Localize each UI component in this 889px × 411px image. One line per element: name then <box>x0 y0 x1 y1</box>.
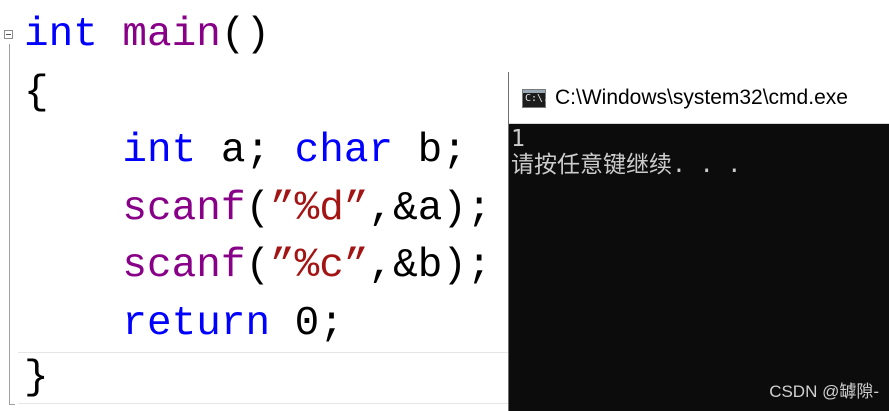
fold-guide-line <box>9 44 10 404</box>
console-output-area[interactable]: 1 请按任意键继续. . . <box>509 124 889 411</box>
current-line-highlight <box>18 352 518 404</box>
cmd-app-icon[interactable]: C:\. <box>522 89 549 108</box>
watermark-text: CSDN @罅隙- <box>769 382 879 401</box>
code-token: ( <box>245 186 271 232</box>
code-token: { <box>24 70 49 116</box>
code-line-1[interactable]: int main() <box>24 6 270 64</box>
code-token: main <box>122 12 221 58</box>
code-line-4[interactable]: scanf(”%d”,&a); <box>24 180 492 238</box>
code-token: scanf <box>122 243 246 289</box>
code-token: char <box>294 128 394 174</box>
screenshot-root: int main() { int a; char b; scanf(”%d”,&… <box>0 0 889 411</box>
console-window[interactable]: C:\. C:\Windows\system32\cmd.exe 1 请按任意键… <box>508 72 889 411</box>
fold-collapse-icon[interactable] <box>4 30 13 39</box>
code-token: ”%c” <box>270 243 369 289</box>
console-output-line-2: 请按任意键继续. . . <box>511 152 742 178</box>
code-token: } <box>24 355 49 401</box>
code-token: a; <box>196 128 295 174</box>
code-line-2[interactable]: { <box>24 64 49 122</box>
code-token: int <box>24 12 98 58</box>
code-token: () <box>220 12 271 58</box>
code-line-6[interactable]: return 0; <box>24 295 344 353</box>
code-token: int <box>122 128 197 174</box>
code-line-3[interactable]: int a; char b; <box>24 122 467 180</box>
code-token: return <box>122 301 271 347</box>
code-token: ,&b); <box>368 243 492 289</box>
console-window-title: C:\Windows\system32\cmd.exe <box>555 86 848 109</box>
code-token: ,&a); <box>368 186 492 232</box>
console-titlebar[interactable]: C:\. C:\Windows\system32\cmd.exe <box>509 72 889 124</box>
console-output-line-1: 1 <box>511 126 525 152</box>
code-token: scanf <box>122 186 246 232</box>
code-line-7[interactable]: } <box>24 349 49 407</box>
code-token: 0; <box>270 301 344 347</box>
fold-guide-end <box>9 404 15 405</box>
code-token: ( <box>245 243 271 289</box>
code-token: b; <box>393 128 467 174</box>
code-token: ”%d” <box>270 186 369 232</box>
code-line-5[interactable]: scanf(”%c”,&b); <box>24 237 492 295</box>
